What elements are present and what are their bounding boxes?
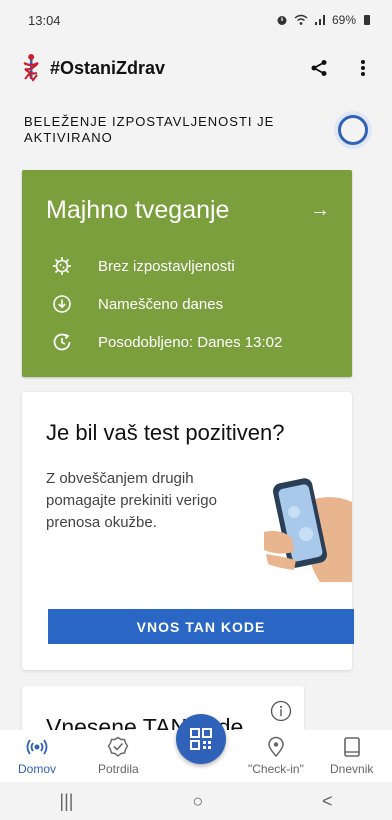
phone-hand-illustration (264, 478, 352, 582)
exposure-status-label: BELEŽENJE IZPOSTAVLJENOSTI JE AKTIVIRANO (24, 114, 275, 145)
status-icons: 69% (276, 13, 370, 27)
location-pin-icon (268, 736, 284, 758)
nav-label: Dnevnik (330, 762, 374, 776)
positive-test-card: Je bil vaš test pozitiven? Z obveščanjem… (22, 392, 354, 670)
download-icon (53, 295, 71, 313)
risk-title: Majhno tveganje (46, 196, 230, 224)
battery-percent: 69% (331, 13, 356, 27)
status-time: 13:04 (28, 12, 61, 28)
share-button[interactable] (304, 53, 334, 83)
qr-code-icon (190, 728, 212, 750)
nav-item-diary[interactable]: Dnevnik (330, 736, 373, 776)
risk-card[interactable]: Majhno tveganje → Brez izpostavljenosti … (22, 170, 352, 377)
clock-icon (53, 333, 71, 351)
system-nav-bar: ||| ○ < (0, 782, 392, 820)
back-button[interactable]: < (322, 791, 333, 812)
qr-scan-button[interactable] (176, 714, 226, 764)
risk-row-updated: Posodobljeno: Danes 13:02 (46, 323, 330, 361)
share-icon (311, 60, 327, 76)
home-button[interactable]: ○ (192, 791, 203, 812)
virus-icon (53, 257, 71, 275)
signal-icon (314, 15, 325, 25)
test-card-body: Z obveščanjem drugih pomagajte prekiniti… (46, 470, 217, 531)
app-bar: #OstaniZdrav (0, 40, 392, 96)
risk-title-row: Majhno tveganje → (46, 196, 330, 225)
risk-details: Brez izpostavljenosti Nameščeno danes Po… (46, 247, 330, 361)
risk-row-text: Brez izpostavljenosti (98, 257, 235, 275)
exposure-logging-bar: BELEŽENJE IZPOSTAVLJENOSTI JE AKTIVIRANO (0, 108, 392, 152)
nav-item-home[interactable]: Domov (18, 736, 56, 776)
risk-row-text: Nameščeno danes (98, 295, 224, 313)
broadcast-icon (26, 739, 48, 755)
app-logo-icon (23, 54, 39, 82)
status-bar: 13:04 69% (0, 0, 392, 40)
risk-row-text: Posodobljeno: Danes 13:02 (98, 333, 283, 351)
exposure-toggle[interactable] (338, 115, 368, 145)
info-icon[interactable] (270, 700, 292, 722)
badge-check-icon (108, 736, 129, 757)
nav-label: "Check-in" (248, 762, 304, 776)
risk-row-exposure: Brez izpostavljenosti (46, 247, 330, 285)
nav-label: Domov (18, 762, 57, 776)
battery-icon (364, 15, 370, 25)
wifi-icon (294, 14, 308, 25)
enter-tan-code-button[interactable]: VNOS TAN KODE (48, 609, 354, 644)
risk-row-installed: Nameščeno danes (46, 285, 330, 323)
nav-item-check-in[interactable]: "Check-in" (248, 736, 304, 776)
more-vert-icon (361, 60, 365, 76)
nav-item-certificates[interactable]: Potrdila (98, 736, 139, 776)
app-title: #OstaniZdrav (50, 57, 166, 78)
book-icon (343, 737, 360, 757)
alarm-icon (277, 16, 287, 25)
nav-label: Potrdila (98, 762, 139, 776)
more-options-button[interactable] (348, 53, 378, 83)
recents-button[interactable]: ||| (59, 791, 73, 812)
test-card-title: Je bil vaš test pozitiven? (46, 420, 285, 445)
arrow-right-icon: → (310, 199, 330, 221)
